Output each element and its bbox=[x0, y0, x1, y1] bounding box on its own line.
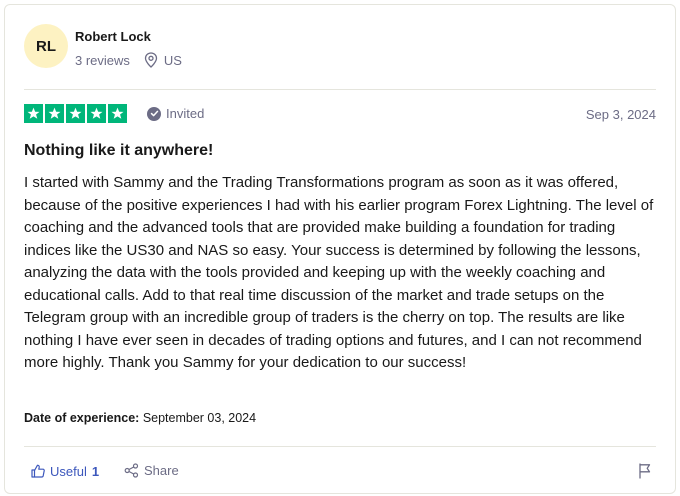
flag-report-icon[interactable] bbox=[636, 462, 654, 480]
date-of-experience: Date of experience: September 03, 2024 bbox=[24, 411, 256, 425]
location-pin-icon bbox=[144, 52, 158, 68]
review-title[interactable]: Nothing like it anywhere! bbox=[24, 142, 213, 160]
reviewer-country: US bbox=[163, 52, 182, 68]
review-date: Sep 3, 2024 bbox=[585, 107, 656, 122]
reviews-count: 3 reviews bbox=[75, 52, 130, 68]
review-body: I started with Sammy and the Trading Tra… bbox=[24, 174, 654, 371]
star-icon bbox=[24, 104, 43, 123]
avatar[interactable]: RL bbox=[24, 24, 68, 68]
useful-label: Useful bbox=[50, 463, 87, 479]
star-icon bbox=[108, 104, 127, 123]
useful-count: 1 bbox=[91, 463, 100, 479]
divider bbox=[24, 446, 656, 447]
share-label: Share bbox=[144, 463, 179, 478]
share-icon bbox=[124, 463, 139, 478]
thumbs-up-icon bbox=[30, 463, 46, 479]
star-icon bbox=[45, 104, 64, 123]
invited-badge[interactable]: Invited bbox=[147, 106, 204, 121]
share-button[interactable]: Share bbox=[124, 463, 179, 478]
useful-button[interactable]: Useful 1 bbox=[30, 463, 99, 479]
reviewer-name[interactable]: Robert Lock bbox=[75, 29, 151, 44]
star-icon bbox=[66, 104, 85, 123]
invited-label: Invited bbox=[166, 106, 205, 121]
star-icon bbox=[87, 104, 106, 123]
reviewer-meta: 3 reviews US bbox=[75, 52, 182, 68]
divider bbox=[24, 89, 656, 90]
check-circle-icon bbox=[147, 106, 161, 121]
experience-date: September 03, 2024 bbox=[142, 411, 257, 425]
experience-label: Date of experience: bbox=[24, 411, 140, 425]
star-rating bbox=[24, 104, 127, 123]
